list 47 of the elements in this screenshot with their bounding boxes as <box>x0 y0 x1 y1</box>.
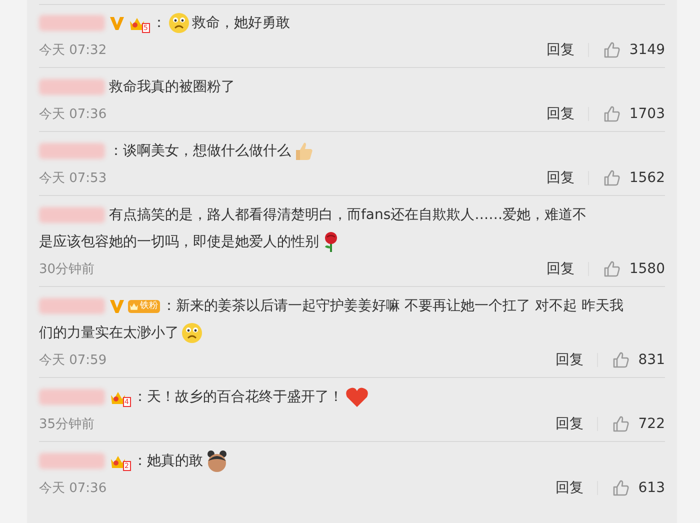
like-icon[interactable] <box>612 350 630 368</box>
reply-link[interactable]: 回复 <box>546 262 590 276</box>
comment-text: 们的力量实在太渺小了 <box>39 325 179 341</box>
comment-text: ：新来的姜茶以后请一起守护姜姜好嘛 不要再让她一个扛了 对不起 昨天我 <box>162 298 624 314</box>
like-icon[interactable] <box>612 414 630 432</box>
comment-time: 今天 07:36 <box>39 480 108 496</box>
like-icon[interactable] <box>603 104 622 122</box>
heart-icon <box>345 386 369 408</box>
like-count: 722 <box>638 416 665 432</box>
comment-text: 救命我真的被圈粉了 <box>109 79 235 95</box>
reply-link[interactable]: 回复 <box>555 480 598 494</box>
reply-link[interactable]: 回复 <box>555 416 598 430</box>
sad-face-icon <box>168 12 190 34</box>
head-icon <box>205 449 229 474</box>
comment-text: 有点搞笑的是，路人都看得清楚明白，而fans还在自欺欺人……爱她，难道不 <box>109 207 587 223</box>
like-count: 1562 <box>629 170 665 186</box>
verified-icon <box>109 15 125 32</box>
comment-text: 是应该包容她的一切吗，即使是她爱人的性别 <box>39 234 319 250</box>
reply-link[interactable]: 回复 <box>555 352 598 366</box>
comment-text: ：她真的敢 <box>133 453 203 469</box>
like-count: 1703 <box>629 106 665 122</box>
reply-link[interactable]: 回复 <box>546 170 590 184</box>
like-count: 613 <box>638 480 665 496</box>
comment-time: 今天 07:53 <box>39 170 108 186</box>
comment-text: ：谈啊美女，想做什么做什么 <box>109 143 291 159</box>
like-count: 3149 <box>629 42 665 58</box>
comment-time: 今天 07:36 <box>39 106 108 122</box>
thumbs-up-icon <box>293 140 315 162</box>
like-count: 831 <box>638 352 665 368</box>
reply-link[interactable]: 回复 <box>546 106 590 120</box>
like-icon[interactable] <box>603 40 622 58</box>
comment-text: ： <box>152 15 166 31</box>
comment-text: ：天！故乡的百合花终于盛开了！ <box>133 389 343 405</box>
like-count: 1580 <box>629 260 665 276</box>
comment-time: 35分钟前 <box>39 416 96 432</box>
comment-time: 30分钟前 <box>39 260 96 278</box>
comment-time: 今天 07:32 <box>39 42 108 58</box>
reply-link[interactable]: 回复 <box>546 42 590 56</box>
crown-icon <box>129 300 139 311</box>
like-icon[interactable] <box>612 478 630 496</box>
sad-face-icon <box>181 322 203 344</box>
like-icon[interactable] <box>603 168 622 186</box>
like-icon[interactable] <box>603 260 622 278</box>
verified-icon <box>109 298 125 314</box>
comment-text: 救命，她好勇敢 <box>192 15 290 31</box>
fan-label: 铁粉 <box>140 300 158 312</box>
comment-time: 今天 07:59 <box>39 352 108 368</box>
